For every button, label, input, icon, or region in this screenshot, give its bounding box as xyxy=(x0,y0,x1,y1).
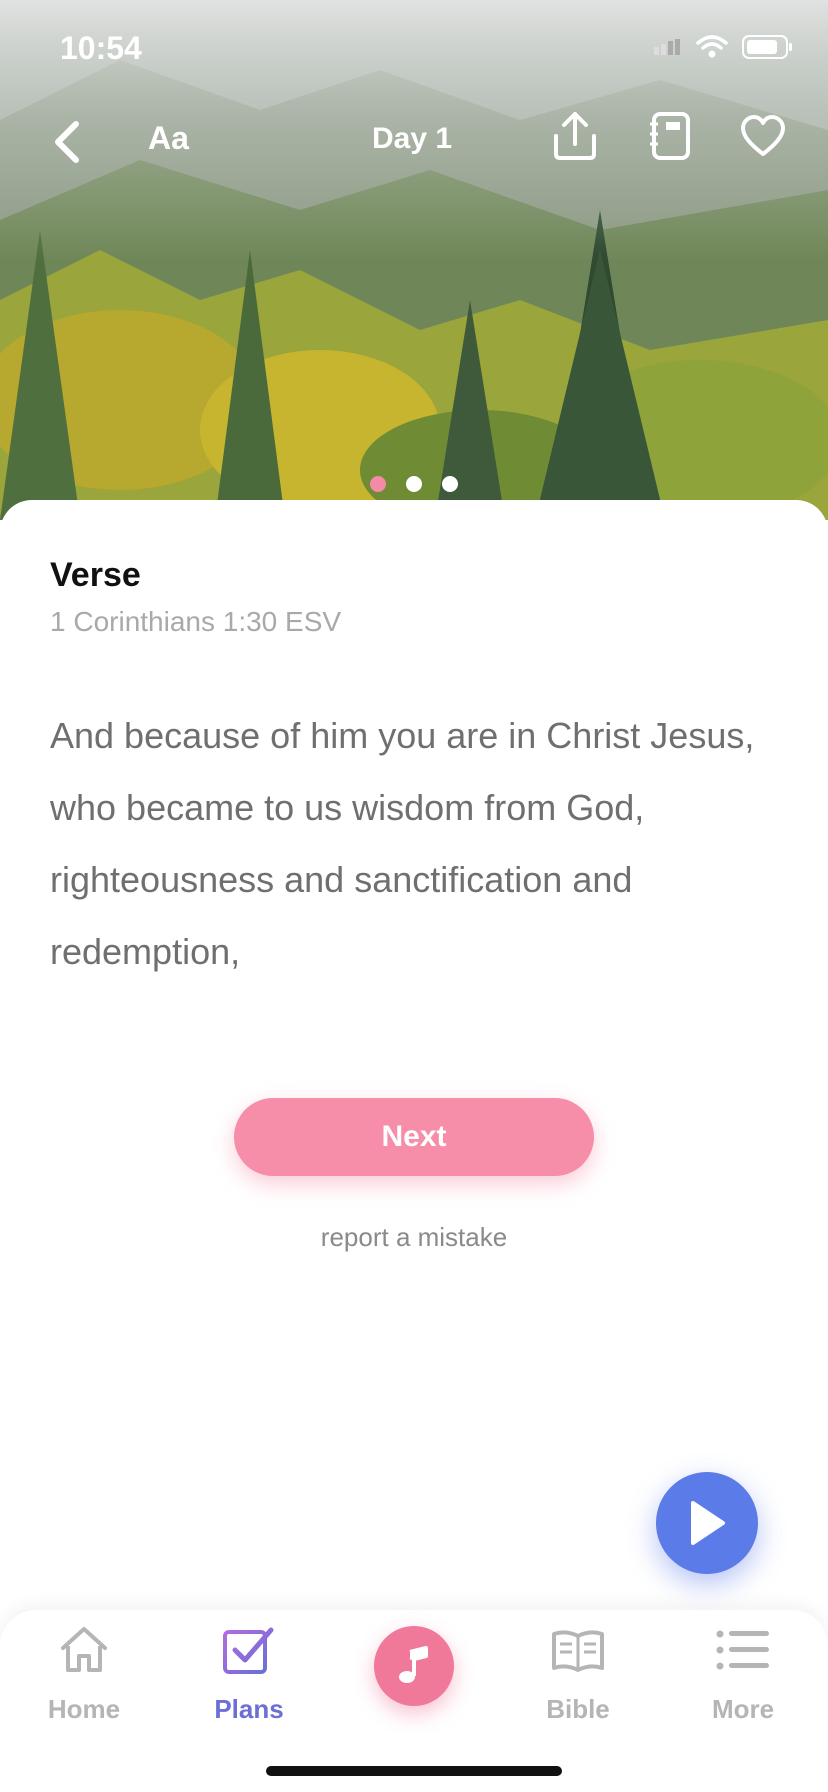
tab-label: Home xyxy=(47,1694,121,1724)
status-time: 10:54 xyxy=(60,30,142,66)
tab-home[interactable]: Home xyxy=(19,1620,149,1725)
music-button[interactable] xyxy=(374,1626,454,1706)
home-icon xyxy=(61,1627,107,1672)
verse-text: And because of him you are in Christ Jes… xyxy=(50,715,755,972)
verse-reference: 1 Corinthians 1:30 ESV xyxy=(50,606,342,637)
tab-label: Bible xyxy=(546,1694,610,1724)
play-icon xyxy=(691,1501,725,1545)
font-size-button[interactable]: Aa xyxy=(148,120,189,157)
home-indicator[interactable] xyxy=(266,1766,562,1776)
page-title: Day 1 xyxy=(372,122,453,155)
music-note-icon xyxy=(399,1646,428,1683)
bottom-tab-bar: Home Plans Bible More xyxy=(0,1610,828,1792)
section-title: Verse xyxy=(50,556,141,594)
battery-icon xyxy=(742,35,792,59)
page-dot xyxy=(406,476,422,492)
open-book-icon xyxy=(552,1630,604,1672)
status-icons xyxy=(654,34,794,60)
tab-more[interactable]: More xyxy=(678,1620,808,1725)
top-nav-bar: Aa Day 1 xyxy=(0,110,828,170)
notes-icon[interactable] xyxy=(648,110,692,162)
signal-icon xyxy=(654,39,680,55)
share-icon[interactable] xyxy=(550,110,600,162)
tab-plans[interactable]: Plans xyxy=(184,1620,314,1725)
tab-bible[interactable]: Bible xyxy=(513,1620,643,1725)
tab-label: More xyxy=(711,1694,775,1724)
content-card: Verse 1 Corinthians 1:30 ESV And because… xyxy=(0,500,828,1620)
heart-icon[interactable] xyxy=(740,114,786,158)
page-indicator xyxy=(0,476,828,492)
forest-landscape-image xyxy=(0,0,828,520)
list-icon xyxy=(716,1630,769,1670)
page-dot xyxy=(370,476,386,492)
report-mistake-link[interactable]: report a mistake xyxy=(0,1222,828,1253)
tab-label: Plans xyxy=(214,1694,284,1724)
next-button[interactable]: Next xyxy=(234,1098,594,1176)
plans-checkbox-icon xyxy=(223,1627,274,1674)
back-icon[interactable] xyxy=(50,118,86,166)
wifi-icon xyxy=(696,35,728,58)
play-audio-button[interactable] xyxy=(656,1472,758,1574)
page-dot xyxy=(442,476,458,492)
header-image: 10:54 Aa Day 1 xyxy=(0,0,828,520)
